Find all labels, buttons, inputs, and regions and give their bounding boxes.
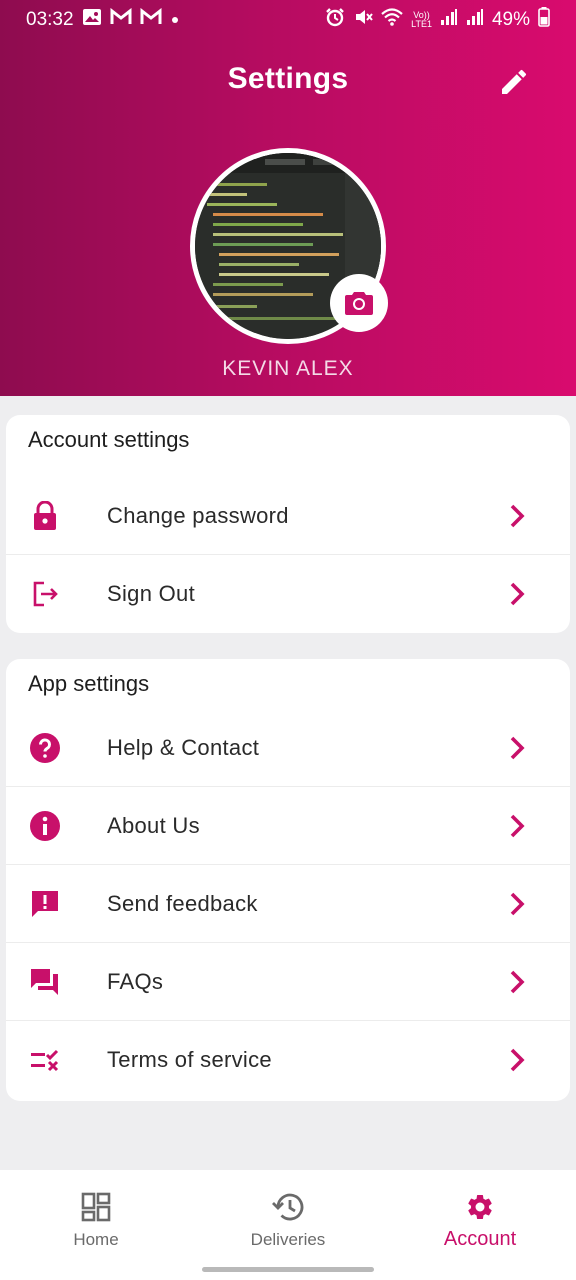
terms-of-service-row[interactable]: Terms of service	[6, 1021, 570, 1099]
row-label: Sign Out	[107, 581, 196, 606]
row-label: Change password	[107, 502, 289, 528]
forum-icon	[28, 965, 62, 999]
rule-icon	[28, 1043, 62, 1077]
home-indicator[interactable]	[202, 1267, 374, 1272]
camera-icon	[345, 292, 373, 315]
gmail-icon	[140, 7, 162, 32]
status-bar: 03:32 Vo)) LTE1 49%	[0, 0, 576, 40]
nav-home[interactable]: Home	[16, 1190, 176, 1250]
mute-icon	[353, 7, 373, 33]
chevron-right-icon	[510, 736, 525, 759]
row-label: Send feedback	[107, 890, 258, 916]
signal-icon	[440, 8, 458, 32]
about-us-row[interactable]: About Us	[6, 787, 570, 865]
nav-label: Deliveries	[250, 1230, 326, 1249]
change-password-row[interactable]: Change password	[6, 477, 570, 555]
chevron-right-icon	[510, 892, 525, 915]
bottom-navigation: Home Deliveries Account	[0, 1170, 576, 1280]
battery-icon	[538, 7, 550, 33]
chevron-right-icon	[510, 970, 525, 993]
pencil-icon	[502, 69, 527, 94]
edit-profile-button[interactable]	[498, 66, 530, 98]
dot-icon	[170, 9, 180, 31]
lock-icon	[28, 499, 62, 533]
settings-header: 03:32 Vo)) LTE1 49% Settings KEVIN ALEX	[0, 0, 576, 396]
chevron-right-icon	[510, 504, 525, 527]
nav-label: Account	[443, 1228, 517, 1250]
row-label: About Us	[107, 812, 200, 838]
section-title: App settings	[28, 671, 150, 696]
chevron-right-icon	[510, 1048, 525, 1072]
dashboard-icon	[79, 1190, 113, 1224]
app-settings-card: App settings Help & Contact About Us Sen…	[6, 659, 570, 1101]
alarm-icon	[325, 7, 345, 33]
feedback-icon	[28, 887, 62, 921]
nav-label: Home	[73, 1230, 119, 1249]
volte-icon: Vo)) LTE1	[411, 10, 432, 29]
battery-percent: 49%	[491, 9, 530, 30]
info-icon	[28, 809, 62, 843]
signal-icon	[466, 8, 484, 32]
sign-out-row[interactable]: Sign Out	[6, 555, 570, 633]
wifi-icon	[381, 8, 403, 32]
row-label: FAQs	[107, 968, 164, 994]
page-title: Settings	[227, 62, 349, 95]
help-icon	[28, 731, 62, 765]
sign-out-icon	[28, 577, 62, 611]
help-contact-row[interactable]: Help & Contact	[6, 709, 570, 787]
send-feedback-row[interactable]: Send feedback	[6, 865, 570, 943]
image-icon	[82, 8, 102, 32]
gmail-icon	[110, 7, 132, 32]
chevron-right-icon	[510, 582, 525, 606]
chevron-right-icon	[510, 814, 525, 837]
status-time: 03:32	[26, 9, 74, 30]
section-title: Account settings	[28, 427, 190, 452]
faqs-row[interactable]: FAQs	[6, 943, 570, 1021]
user-name: KEVIN ALEX	[222, 357, 354, 380]
gear-icon	[463, 1190, 497, 1224]
account-settings-card: Account settings Change password Sign Ou…	[6, 415, 570, 633]
row-label: Help & Contact	[107, 734, 260, 760]
nav-deliveries[interactable]: Deliveries	[208, 1190, 368, 1250]
history-icon	[271, 1190, 305, 1224]
nav-account[interactable]: Account	[400, 1190, 560, 1251]
row-label: Terms of service	[107, 1047, 272, 1072]
change-photo-button[interactable]	[330, 274, 388, 332]
